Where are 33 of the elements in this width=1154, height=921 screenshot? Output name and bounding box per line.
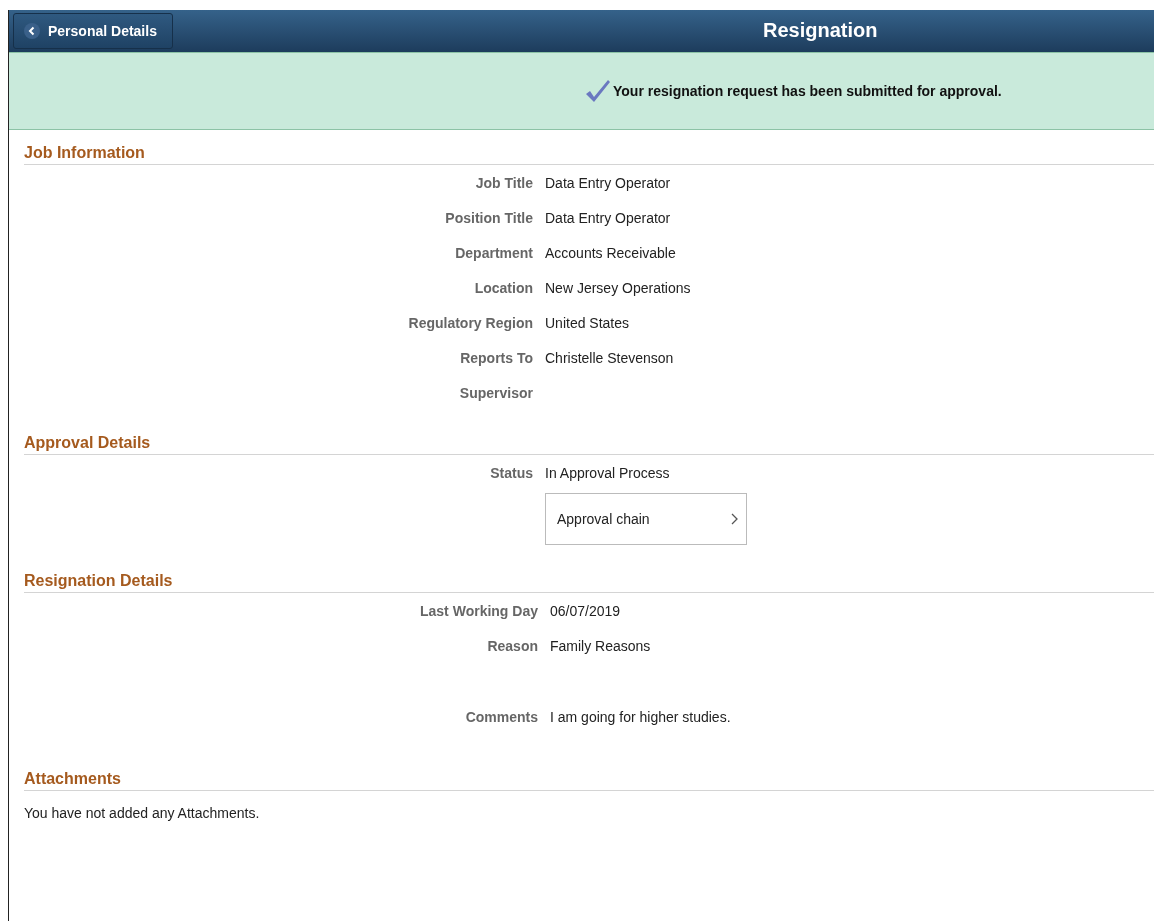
checkmark-icon xyxy=(585,79,611,103)
info-text: You have not added any Attachments. xyxy=(24,805,261,821)
field-label: Location xyxy=(473,279,533,296)
field-label: Job Title xyxy=(474,174,533,191)
field-value: 06/07/2019 xyxy=(550,602,622,619)
section-heading: Resignation Details xyxy=(24,572,1154,593)
field-label: Supervisor xyxy=(458,384,533,401)
field-value: United States xyxy=(545,314,631,331)
field-value: New Jersey Operations xyxy=(545,279,692,296)
field-label: Reason xyxy=(486,637,538,654)
chevron-right-icon xyxy=(730,513,738,525)
field-label: Department xyxy=(454,244,533,261)
approval-chain-button[interactable]: Approval chain xyxy=(545,493,747,545)
section-heading: Attachments xyxy=(24,770,1154,791)
field-value: Christelle Stevenson xyxy=(545,349,675,366)
section-heading: Approval Details xyxy=(24,434,1154,455)
back-button[interactable]: Personal Details xyxy=(13,13,173,49)
field-label: Reports To xyxy=(459,349,533,366)
field-label: Status xyxy=(489,464,533,481)
field-value: Accounts Receivable xyxy=(545,244,677,261)
field-value: Family Reasons xyxy=(550,637,652,654)
field-label: Position Title xyxy=(444,209,533,226)
field-label: Regulatory Region xyxy=(407,314,533,331)
chevron-left-icon xyxy=(24,23,40,39)
field-label: Last Working Day xyxy=(419,602,538,619)
field-value: In Approval Process xyxy=(545,464,671,481)
success-message: Your resignation request has been submitted for approval. xyxy=(613,83,1002,99)
field-value: Data Entry Operator xyxy=(545,209,672,226)
field-value: Data Entry Operator xyxy=(545,174,672,191)
field-value: I am going for higher studies. xyxy=(550,708,732,725)
page-title: Resignation xyxy=(763,19,878,42)
section-heading: Job Information xyxy=(24,144,1154,165)
field-label: Comments xyxy=(464,708,538,725)
